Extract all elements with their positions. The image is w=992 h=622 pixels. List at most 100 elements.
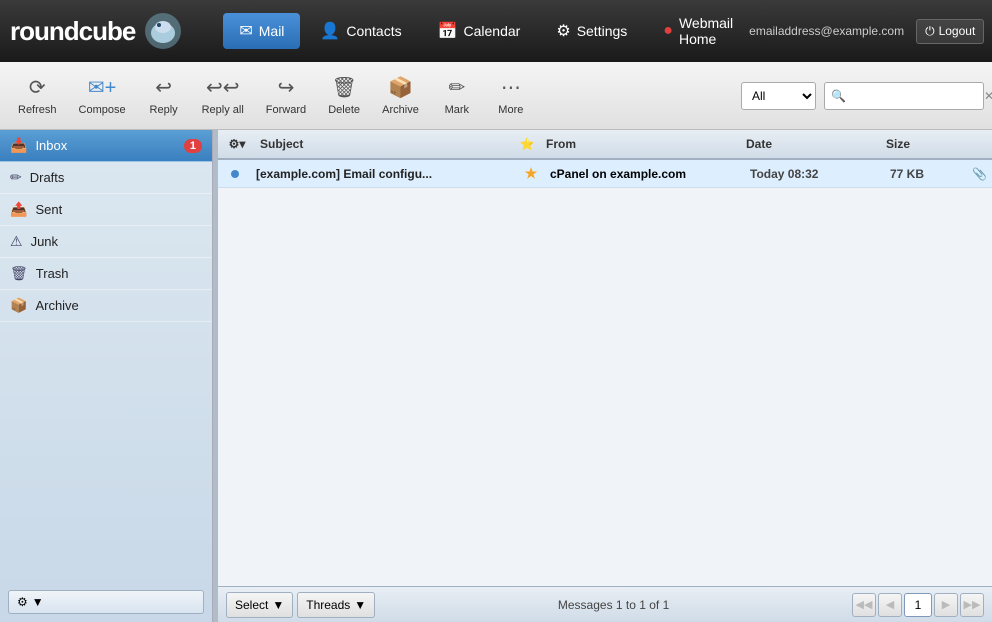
reply-button[interactable]: ↩ Reply [138, 69, 190, 122]
nav-contacts[interactable]: 👤 Contacts [304, 13, 417, 49]
delete-button[interactable]: 🗑 Delete [318, 69, 370, 122]
first-page-button[interactable]: ◀◀ [852, 593, 876, 617]
email-flag[interactable]: ★ [520, 165, 542, 182]
reply-label: Reply [150, 104, 178, 116]
webmail-home-icon: ● [663, 22, 673, 40]
reply-all-label: Reply all [202, 104, 244, 116]
search-input[interactable] [850, 89, 980, 103]
nav-settings-label: Settings [577, 23, 628, 39]
compose-button[interactable]: ✉+ Compose [69, 69, 136, 122]
email-attachment-icon: 📎 [972, 167, 992, 181]
email-check [218, 167, 248, 181]
nav-contacts-label: Contacts [346, 23, 401, 39]
sent-icon: 📤 [10, 201, 27, 218]
clear-search-icon[interactable]: ✕ [984, 89, 992, 103]
forward-button[interactable]: ↪ Forward [256, 69, 316, 122]
sidebar-drafts-label: Drafts [30, 170, 202, 185]
delete-icon: 🗑 [331, 75, 356, 100]
nav-calendar[interactable]: 📅 Calendar [422, 13, 537, 49]
logo-text: roundcube [10, 16, 135, 47]
select-button[interactable]: Select ▼ [226, 592, 293, 618]
trash-icon: 🗑 [10, 265, 28, 282]
search-scope-select[interactable]: All Subject From To [741, 82, 816, 110]
next-page-button[interactable]: ▶ [934, 593, 958, 617]
nav-mail[interactable]: ✉ Mail [223, 13, 300, 49]
header-from[interactable]: From [538, 137, 738, 151]
more-button[interactable]: ⋯ More [485, 69, 537, 122]
mark-button[interactable]: ✏ Mark [431, 69, 483, 122]
refresh-label: Refresh [18, 104, 57, 116]
archive-icon: 📦 [388, 75, 413, 100]
sidebar-sent-label: Sent [35, 202, 202, 217]
topbar-right: emailaddress@example.com ⏻ Logout [749, 19, 984, 44]
mark-icon: ✏ [448, 75, 465, 100]
refresh-icon: ⟳ [29, 75, 46, 100]
sidebar: 📥 Inbox 1 ✏ Drafts 📤 Sent ⚠ Junk 🗑 Trash [0, 130, 213, 622]
sidebar-settings-arrow: ▼ [32, 595, 44, 609]
next-page-icon: ▶ [942, 598, 950, 611]
junk-icon: ⚠ [10, 233, 23, 250]
sidebar-item-inbox[interactable]: 📥 Inbox 1 [0, 130, 212, 162]
unread-dot [227, 167, 239, 181]
more-label: More [498, 104, 523, 116]
compose-icon: ✉+ [88, 75, 116, 100]
header-size[interactable]: Size [878, 137, 948, 151]
sidebar-item-trash[interactable]: 🗑 Trash [0, 258, 212, 290]
email-list: [example.com] Email configu... ★ cPanel … [218, 160, 992, 586]
more-icon: ⋯ [501, 75, 521, 100]
threads-button[interactable]: Threads ▼ [297, 592, 375, 618]
table-row[interactable]: [example.com] Email configu... ★ cPanel … [218, 160, 992, 188]
toolbar: ⟳ Refresh ✉+ Compose ↩ Reply ↩↩ Reply al… [0, 62, 992, 130]
search-box[interactable]: 🔍 ✕ [824, 82, 984, 110]
archive-label: Archive [382, 104, 419, 116]
inbox-badge: 1 [184, 139, 202, 153]
subject-sort: Subject [260, 137, 508, 151]
footer: Select ▼ Threads ▼ Messages 1 to 1 of 1 … [218, 586, 992, 622]
nav-webmail-home[interactable]: ● Webmail Home [647, 7, 749, 55]
sidebar-item-archive[interactable]: 📦 Archive [0, 290, 212, 322]
current-page[interactable]: 1 [904, 593, 932, 617]
last-page-button[interactable]: ▶▶ [960, 593, 984, 617]
logout-label: Logout [939, 24, 976, 38]
settings-icon: ⚙ [556, 21, 570, 41]
threads-label: Threads [306, 598, 350, 612]
search-icon: 🔍 [831, 89, 846, 103]
threads-dropdown-icon: ▼ [354, 598, 366, 612]
reply-all-button[interactable]: ↩↩ Reply all [192, 69, 254, 122]
nav-settings[interactable]: ⚙ Settings [540, 13, 643, 49]
contacts-icon: 👤 [320, 21, 340, 41]
sidebar-item-junk[interactable]: ⚠ Junk [0, 226, 212, 258]
nav-webmail-home-label: Webmail Home [679, 15, 733, 47]
prev-page-icon: ◀ [886, 598, 894, 611]
header-subject[interactable]: Subject [252, 137, 516, 151]
star-icon: ★ [525, 165, 538, 182]
email-panel: ⚙▾ Subject ⭐ From Date Size [218, 130, 992, 622]
sidebar-item-drafts[interactable]: ✏ Drafts [0, 162, 212, 194]
logout-button[interactable]: ⏻ Logout [916, 19, 984, 44]
compose-label: Compose [79, 104, 126, 116]
refresh-button[interactable]: ⟳ Refresh [8, 69, 67, 122]
select-dropdown-icon: ▼ [272, 598, 284, 612]
header-date[interactable]: Date [738, 137, 878, 151]
mail-icon: ✉ [239, 21, 252, 41]
inbox-icon: 📥 [10, 137, 27, 154]
sidebar-junk-label: Junk [31, 234, 202, 249]
settings-dropdown-icon[interactable]: ⚙▾ [229, 137, 246, 151]
sidebar-settings-button[interactable]: ⚙ ▼ [8, 590, 204, 614]
sidebar-inbox-label: Inbox [35, 138, 175, 153]
logo-icon [143, 11, 183, 51]
sidebar-item-sent[interactable]: 📤 Sent [0, 194, 212, 226]
content: 📥 Inbox 1 ✏ Drafts 📤 Sent ⚠ Junk 🗑 Trash [0, 130, 992, 622]
sidebar-archive-label: Archive [35, 298, 202, 313]
nav-mail-label: Mail [259, 23, 285, 39]
paperclip-icon: 📎 [972, 167, 987, 181]
archive-button[interactable]: 📦 Archive [372, 69, 429, 122]
prev-page-button[interactable]: ◀ [878, 593, 902, 617]
sidebar-gear-icon: ⚙ [17, 595, 28, 609]
main: ⟳ Refresh ✉+ Compose ↩ Reply ↩↩ Reply al… [0, 62, 992, 622]
nav-items: ✉ Mail 👤 Contacts 📅 Calendar ⚙ Settings … [223, 7, 749, 55]
user-email: emailaddress@example.com [749, 24, 904, 38]
logo: roundcube [10, 11, 183, 51]
nav-calendar-label: Calendar [464, 23, 521, 39]
topbar: roundcube ✉ Mail 👤 Contacts 📅 Calendar ⚙… [0, 0, 992, 62]
